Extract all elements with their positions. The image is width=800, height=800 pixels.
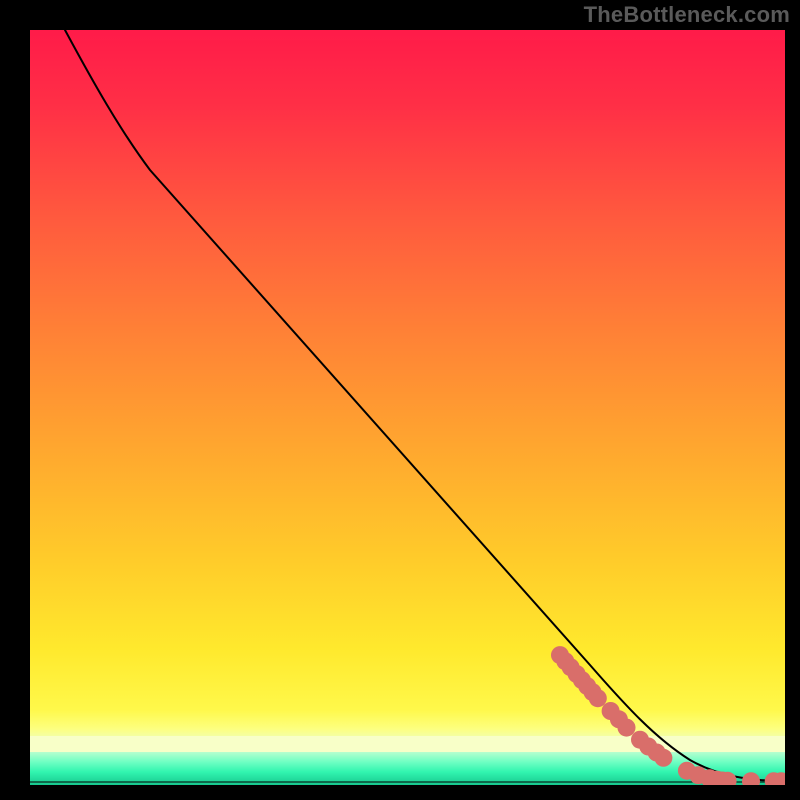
chart-stage: TheBottleneck.com [0,0,800,800]
gradient-background [30,30,785,785]
scatter-dot [589,689,607,707]
scatter-dot [618,719,636,737]
chart-svg [30,30,785,785]
watermark: TheBottleneck.com [584,2,790,28]
band-paleyellow [30,736,785,752]
scatter-dot [654,749,672,767]
plot-area [30,30,785,785]
